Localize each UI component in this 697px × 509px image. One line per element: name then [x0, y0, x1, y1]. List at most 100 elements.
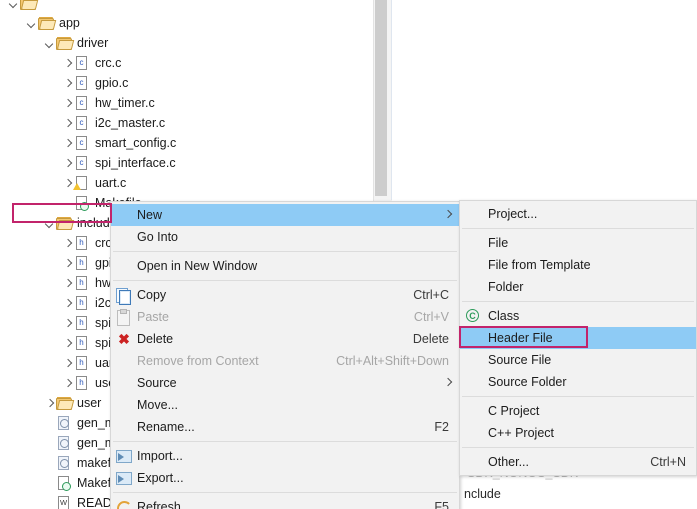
- menu-item-file[interactable]: File: [460, 232, 696, 254]
- tree-item-label: crc.c: [95, 56, 122, 70]
- chevron-right-icon[interactable]: [62, 378, 73, 389]
- chevron-down-icon[interactable]: [44, 38, 55, 49]
- menu-item-icon-placeholder: [111, 396, 137, 414]
- menu-item-file-from-template[interactable]: File from Template: [460, 254, 696, 276]
- chevron-down-icon[interactable]: [8, 0, 19, 9]
- tree-item[interactable]: [0, 0, 373, 13]
- chevron-right-icon[interactable]: [62, 358, 73, 369]
- tree-item[interactable]: crc.c: [0, 53, 373, 73]
- menu-item-label: Source Folder: [488, 375, 567, 389]
- menu-item-label: C Project: [488, 404, 540, 418]
- tree-item-label: uart.c: [95, 176, 127, 190]
- tree-vertical-scrollbar-thumb[interactable]: [375, 0, 387, 196]
- delete-icon: ✖: [118, 331, 130, 347]
- chevron-right-icon[interactable]: [62, 298, 73, 309]
- menu-item-label: Header File: [488, 331, 553, 345]
- menu-item-label: Move...: [137, 398, 178, 412]
- menu-item-go-into[interactable]: Go Into: [111, 226, 459, 248]
- background-text-line2: nclude: [464, 487, 501, 501]
- chevron-down-icon[interactable]: [44, 218, 55, 229]
- tree-item[interactable]: driver: [0, 33, 373, 53]
- menu-item-rename[interactable]: Rename... F2: [111, 416, 459, 438]
- chevron-right-icon[interactable]: [62, 58, 73, 69]
- tree-item[interactable]: smart_config.c: [0, 133, 373, 153]
- chevron-right-icon[interactable]: [62, 178, 73, 189]
- new-file-icon: [460, 234, 488, 252]
- menu-item-refresh[interactable]: Refresh F5: [111, 496, 459, 509]
- h-file-icon: [73, 375, 91, 391]
- menu-item-label: Paste: [137, 310, 169, 324]
- h-file-icon: [73, 235, 91, 251]
- copy-icon: [111, 286, 137, 305]
- tree-item-label: user: [77, 396, 102, 410]
- new-class-icon: [460, 307, 488, 325]
- eclipse-project-explorer-window: app driver crc.c gpio.c hw_timer.c i2c_master…: [0, 0, 697, 509]
- chevron-right-icon[interactable]: [62, 278, 73, 289]
- menu-item-accelerator: Ctrl+C: [413, 288, 449, 302]
- new-submenu[interactable]: Project... File File from Template Folder Cl…: [459, 200, 697, 476]
- tree-item[interactable]: hw_timer.c: [0, 93, 373, 113]
- chevron-right-icon[interactable]: [62, 118, 73, 129]
- context-menu[interactable]: New Go Into Open in New Window Copy Ctrl+C Pa…: [110, 201, 460, 509]
- c-file-icon: [73, 55, 91, 71]
- menu-item-export[interactable]: Export...: [111, 467, 459, 489]
- menu-item-new[interactable]: New: [111, 204, 459, 226]
- menu-item-header-file[interactable]: Header File: [460, 327, 696, 349]
- menu-separator: [113, 280, 457, 281]
- tree-item[interactable]: spi_interface.c: [0, 153, 373, 173]
- menu-item-copy[interactable]: Copy Ctrl+C: [111, 284, 459, 306]
- menu-item-class[interactable]: Class: [460, 305, 696, 327]
- menu-item-label: Rename...: [137, 420, 195, 434]
- folder-icon: [55, 35, 73, 51]
- menu-item-label: Folder: [488, 280, 524, 294]
- tree-item[interactable]: gpio.c: [0, 73, 373, 93]
- chevron-right-icon[interactable]: [62, 98, 73, 109]
- menu-item-label: Source: [137, 376, 177, 390]
- menu-item-source-file[interactable]: Source File: [460, 349, 696, 371]
- menu-item-icon-placeholder: [111, 257, 137, 275]
- script-icon: [55, 455, 73, 471]
- menu-item-folder[interactable]: Folder: [460, 276, 696, 298]
- menu-item-label: Class: [488, 309, 520, 323]
- tree-item[interactable]: uart.c: [0, 173, 373, 193]
- menu-item-source-folder[interactable]: Source Folder: [460, 371, 696, 393]
- paste-icon: [111, 308, 137, 326]
- chevron-right-icon[interactable]: [44, 398, 55, 409]
- menu-item-label: Import...: [137, 449, 183, 463]
- chevron-right-icon[interactable]: [62, 158, 73, 169]
- chevron-right-icon[interactable]: [62, 238, 73, 249]
- chevron-right-icon[interactable]: [62, 338, 73, 349]
- menu-item-source[interactable]: Source: [111, 372, 459, 394]
- chevron-down-icon[interactable]: [26, 18, 37, 29]
- new-cpp-project-icon: [460, 424, 488, 442]
- menu-item-project[interactable]: Project...: [460, 203, 696, 225]
- menu-item-label: Delete: [137, 332, 174, 346]
- menu-separator: [462, 396, 694, 397]
- h-file-icon: [73, 315, 91, 331]
- chevron-right-icon[interactable]: [62, 138, 73, 149]
- refresh-icon: [111, 498, 137, 509]
- chevron-right-icon[interactable]: [62, 318, 73, 329]
- menu-item-delete[interactable]: ✖ Delete Delete: [111, 328, 459, 350]
- tree-item[interactable]: app: [0, 13, 373, 33]
- menu-item-c-project[interactable]: C++ Project: [460, 422, 696, 444]
- export-icon: [111, 469, 137, 487]
- menu-separator: [462, 228, 694, 229]
- menu-item-open-in-new-window[interactable]: Open in New Window: [111, 255, 459, 277]
- menu-item-label: Go Into: [137, 230, 178, 244]
- menu-item-c-project[interactable]: C Project: [460, 400, 696, 422]
- tree-item[interactable]: i2c_master.c: [0, 113, 373, 133]
- h-file-icon: [73, 335, 91, 351]
- menu-item-import[interactable]: Import...: [111, 445, 459, 467]
- tree-item-label: app: [59, 16, 80, 30]
- chevron-right-icon[interactable]: [62, 258, 73, 269]
- word-doc-icon: [55, 495, 73, 509]
- menu-item-label: C++ Project: [488, 426, 555, 440]
- chevron-right-icon[interactable]: [62, 78, 73, 89]
- menu-item-move[interactable]: Move...: [111, 394, 459, 416]
- menu-item-accelerator: Delete: [412, 332, 449, 346]
- menu-item-other[interactable]: Other... Ctrl+N: [460, 451, 696, 473]
